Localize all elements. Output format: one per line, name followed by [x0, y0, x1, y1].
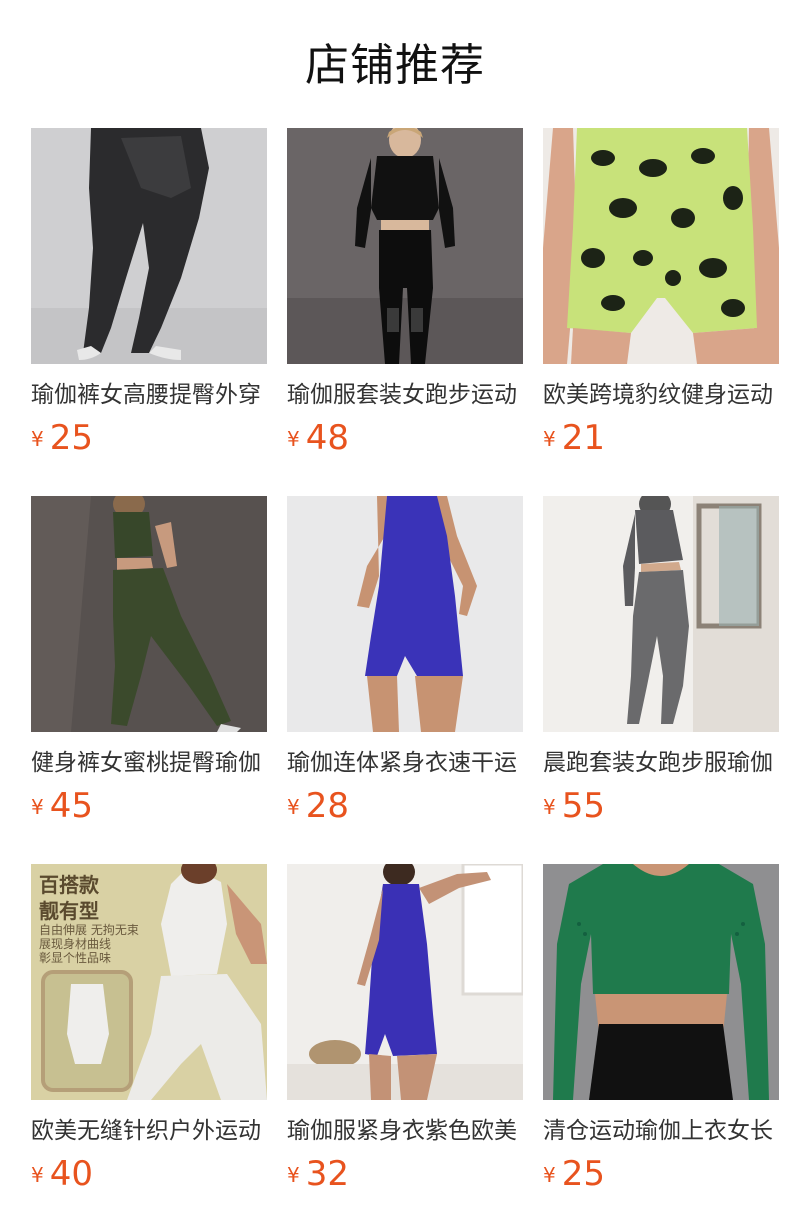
product-name[interactable]: 瑜伽裤女高腰提臀外穿 — [31, 380, 267, 410]
black-yoga-set-image — [287, 128, 523, 364]
product-name[interactable]: 健身裤女蜜桃提臀瑜伽 — [31, 748, 267, 778]
currency-symbol: ¥ — [543, 795, 556, 819]
green-crop-top-image — [543, 864, 779, 1100]
product-price: ¥25 — [31, 418, 93, 458]
product-card[interactable]: 健身裤女蜜桃提臀瑜伽 ¥45 — [31, 496, 267, 826]
product-name[interactable]: 瑜伽服套装女跑步运动 — [287, 380, 523, 410]
product-price: ¥45 — [31, 786, 93, 826]
promo-line-3: 彰显个性品味 — [39, 950, 111, 965]
price-amount: 28 — [305, 786, 349, 826]
product-card[interactable]: 晨跑套装女跑步服瑜伽 ¥55 — [543, 496, 779, 826]
product-card[interactable]: 欧美跨境豹纹健身运动 ¥21 — [543, 128, 779, 458]
product-image[interactable] — [543, 496, 779, 732]
product-name[interactable]: 晨跑套装女跑步服瑜伽 — [543, 748, 779, 778]
currency-symbol: ¥ — [31, 1163, 44, 1187]
currency-symbol: ¥ — [287, 1163, 300, 1187]
currency-symbol: ¥ — [287, 795, 300, 819]
product-name[interactable]: 瑜伽连体紧身衣速干运 — [287, 748, 523, 778]
price-amount: 55 — [561, 786, 605, 826]
grey-hoodie-set-image — [543, 496, 779, 732]
product-name[interactable]: 瑜伽服紧身衣紫色欧美 — [287, 1116, 523, 1146]
leopard-shorts-image — [543, 128, 779, 364]
price-amount: 21 — [561, 418, 605, 458]
price-amount: 25 — [561, 1154, 605, 1194]
olive-leggings-set-image — [31, 496, 267, 732]
page-title: 店铺推荐 — [305, 40, 485, 91]
product-name[interactable]: 欧美跨境豹纹健身运动 — [543, 380, 779, 410]
promo-headline-2: 靓有型 — [39, 899, 99, 923]
currency-symbol: ¥ — [31, 795, 44, 819]
product-image[interactable] — [543, 128, 779, 364]
product-name[interactable]: 清仓运动瑜伽上衣女长 — [543, 1116, 779, 1146]
price-amount: 48 — [305, 418, 349, 458]
white-set-promo-image: 百搭款 靓有型 自由伸展 无拘无束 展现身材曲线 彰显个性品味 — [31, 864, 267, 1100]
price-amount: 40 — [49, 1154, 93, 1194]
product-card[interactable]: 百搭款 靓有型 自由伸展 无拘无束 展现身材曲线 彰显个性品味 欧美无缝针织户外… — [31, 864, 267, 1194]
product-card[interactable]: 瑜伽服紧身衣紫色欧美 ¥32 — [287, 864, 523, 1194]
product-image[interactable] — [287, 128, 523, 364]
product-price: ¥48 — [287, 418, 349, 458]
product-name[interactable]: 欧美无缝针织户外运动 — [31, 1116, 267, 1146]
product-price: ¥40 — [31, 1154, 93, 1194]
product-image[interactable]: 百搭款 靓有型 自由伸展 无拘无束 展现身材曲线 彰显个性品味 — [31, 864, 267, 1100]
product-image[interactable] — [287, 496, 523, 732]
black-denim-leggings-image — [31, 128, 267, 364]
product-card[interactable]: 瑜伽裤女高腰提臀外穿 ¥25 — [31, 128, 267, 458]
product-card[interactable]: 清仓运动瑜伽上衣女长 ¥25 — [543, 864, 779, 1194]
price-amount: 25 — [49, 418, 93, 458]
price-amount: 45 — [49, 786, 93, 826]
product-card[interactable]: 瑜伽连体紧身衣速干运 ¥28 — [287, 496, 523, 826]
product-image[interactable] — [31, 128, 267, 364]
product-price: ¥55 — [543, 786, 605, 826]
promo-line-1: 自由伸展 无拘无束 — [39, 923, 139, 937]
product-price: ¥21 — [543, 418, 605, 458]
currency-symbol: ¥ — [31, 427, 44, 451]
product-image[interactable] — [287, 864, 523, 1100]
blue-jumpsuit-image — [287, 496, 523, 732]
price-amount: 32 — [305, 1154, 349, 1194]
currency-symbol: ¥ — [543, 1163, 556, 1187]
product-price: ¥32 — [287, 1154, 349, 1194]
product-price: ¥28 — [287, 786, 349, 826]
purple-jumpsuit-image — [287, 864, 523, 1100]
currency-symbol: ¥ — [543, 427, 556, 451]
promo-headline-1: 百搭款 — [39, 873, 100, 897]
promo-line-2: 展现身材曲线 — [39, 936, 111, 951]
product-price: ¥25 — [543, 1154, 605, 1194]
currency-symbol: ¥ — [287, 427, 300, 451]
product-image[interactable] — [31, 496, 267, 732]
product-image[interactable] — [543, 864, 779, 1100]
product-card[interactable]: 瑜伽服套装女跑步运动 ¥48 — [287, 128, 523, 458]
